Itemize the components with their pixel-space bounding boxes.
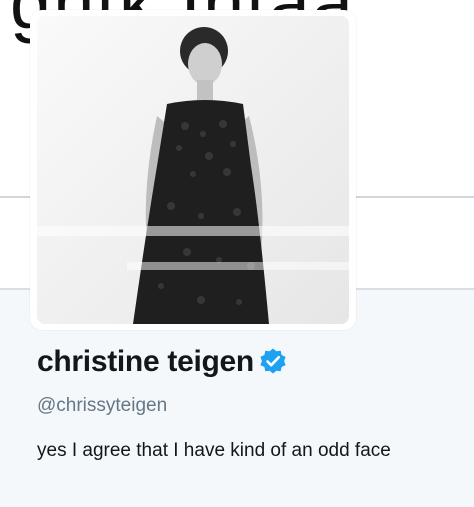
display-name[interactable]: christine teigen — [37, 345, 254, 379]
bio-text: yes I agree that I have kind of an odd f… — [37, 440, 391, 461]
avatar[interactable] — [37, 16, 349, 324]
display-name-row: christine teigen — [37, 345, 288, 379]
verified-check-icon — [258, 347, 288, 377]
handle[interactable]: @chrissyteigen — [37, 395, 167, 417]
profile-photo-icon — [37, 16, 349, 324]
